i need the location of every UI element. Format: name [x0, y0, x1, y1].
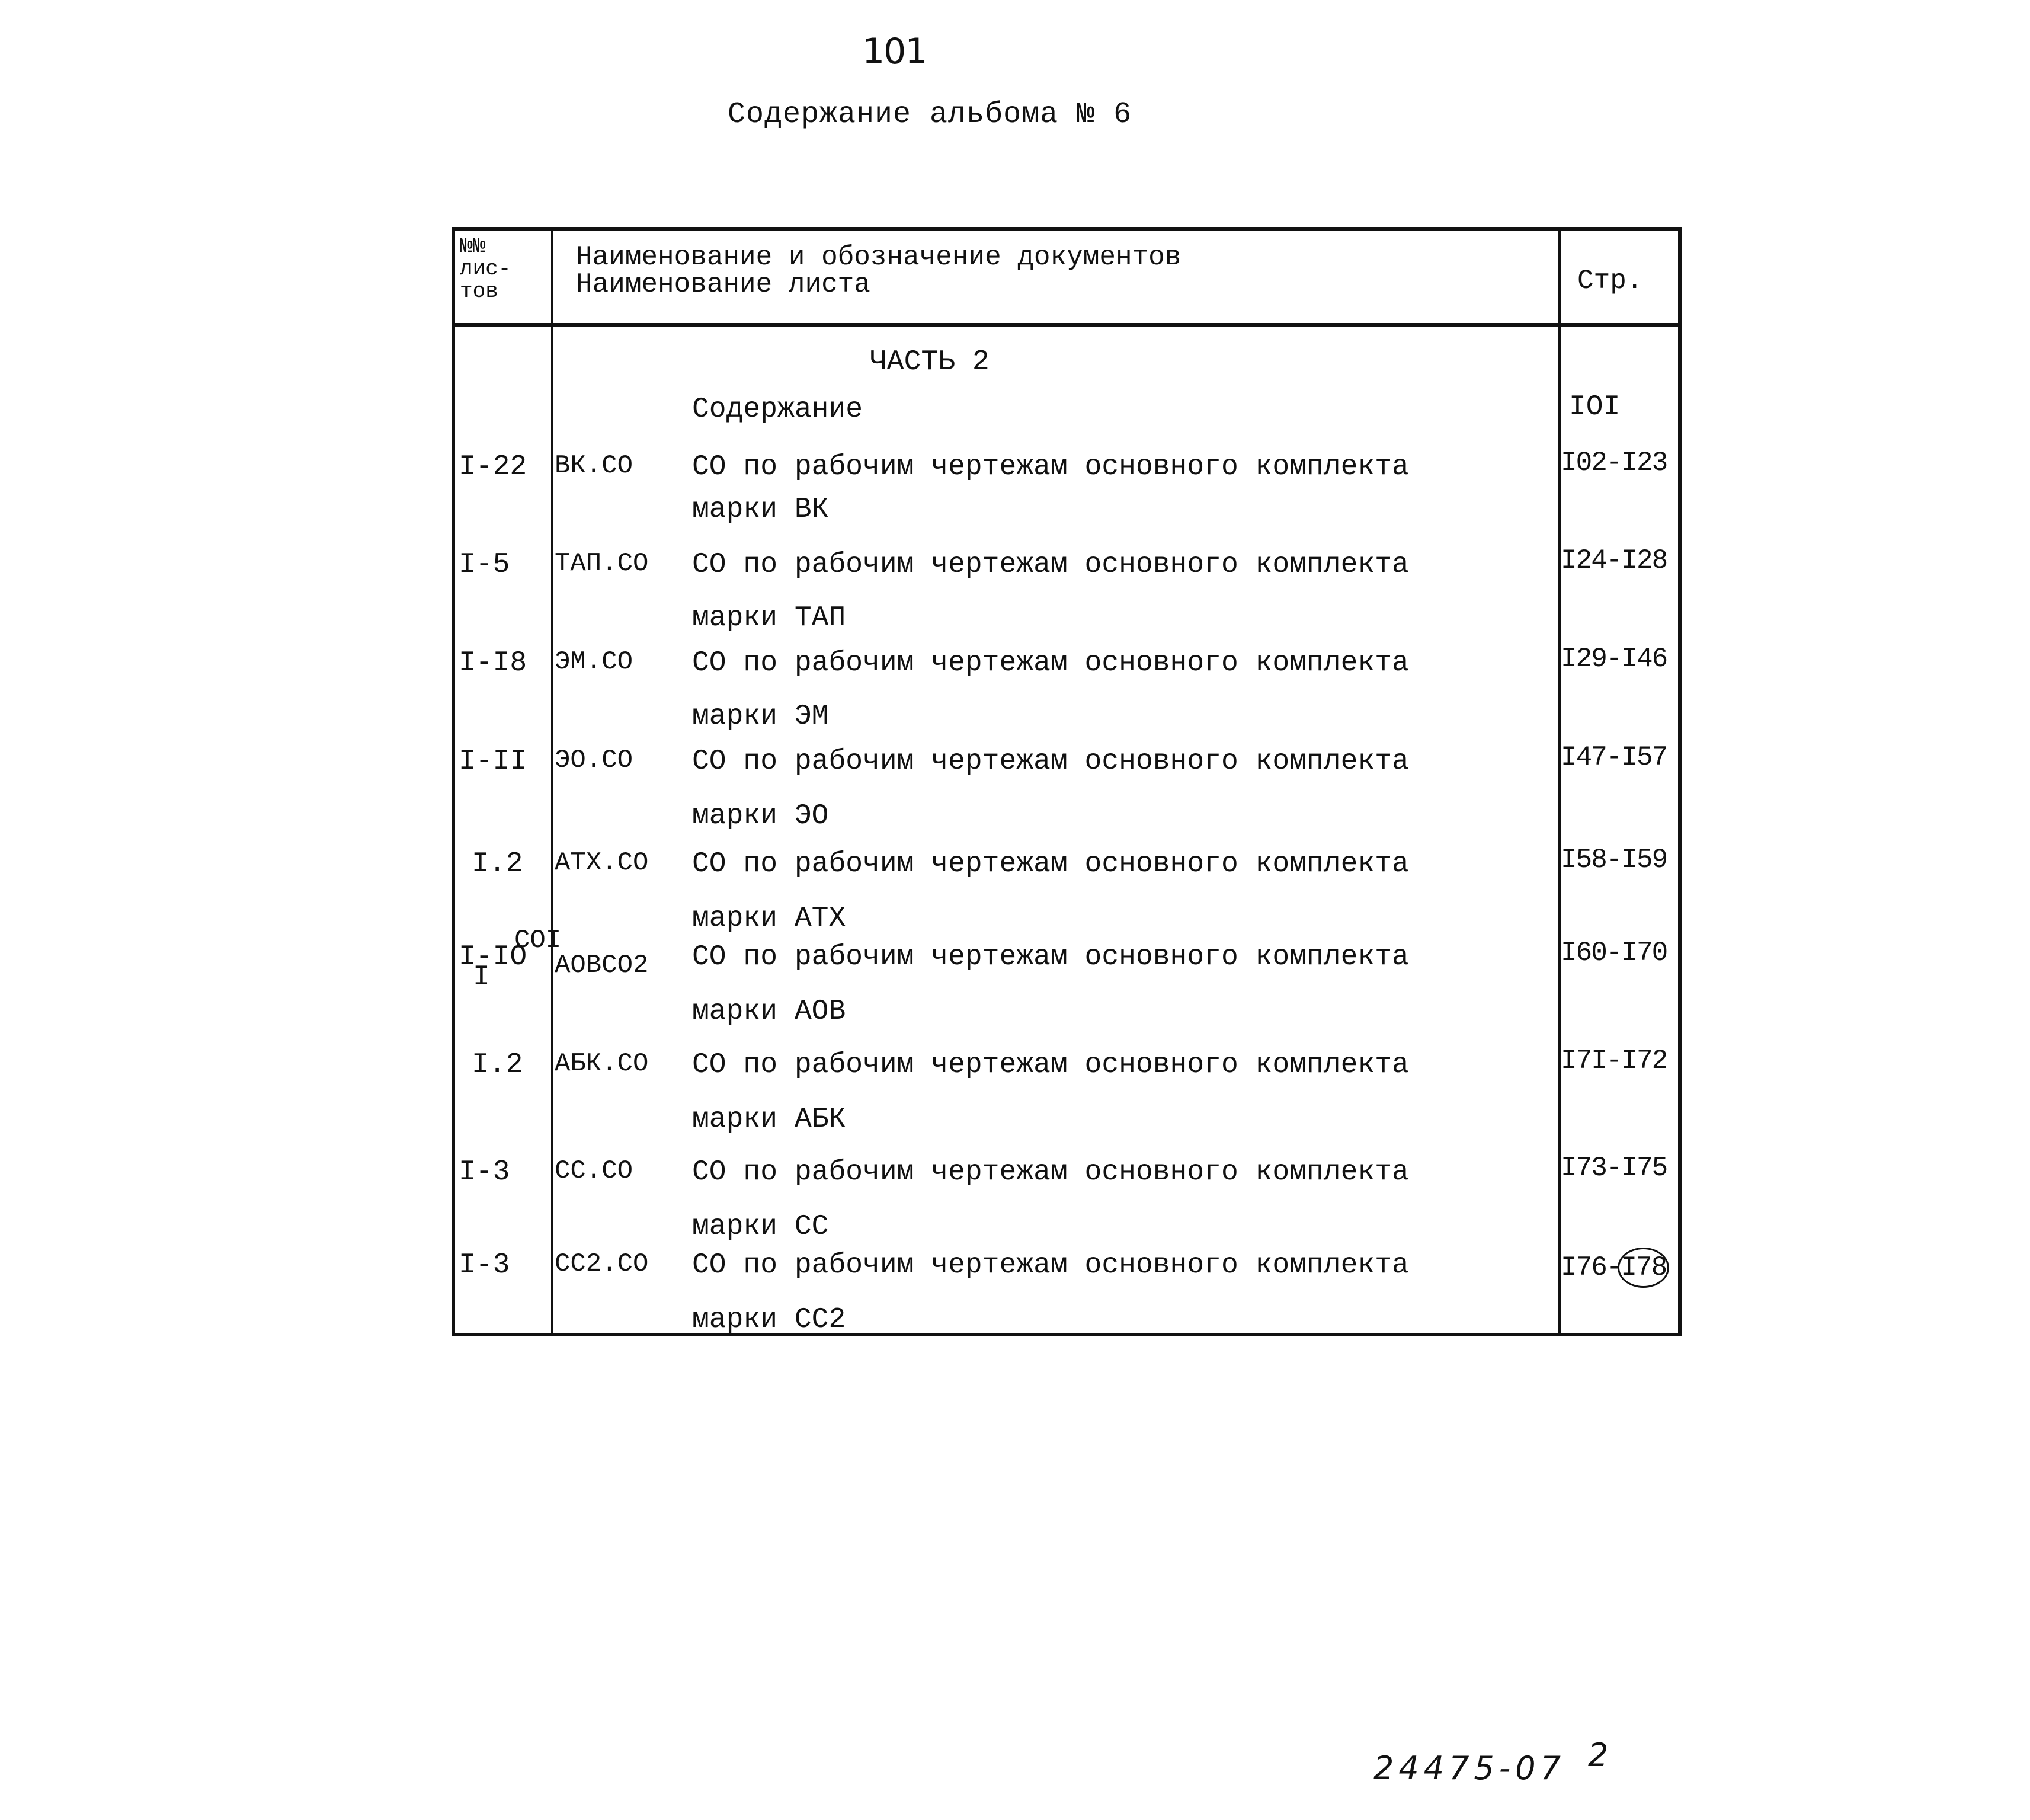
row-description-mark: марки АБК [692, 1103, 846, 1135]
row-description: СО по рабочим чертежам основного комплек… [692, 1049, 1409, 1081]
page-number: 101 [862, 31, 928, 72]
row-description-mark: марки ЭО [692, 800, 829, 832]
row-description: СО по рабочим чертежам основного комплек… [692, 549, 1409, 581]
row-sheets: I-3 [459, 1249, 510, 1281]
header-sheets-line: №№ [460, 234, 486, 258]
row-sheets-sub: I [473, 961, 490, 993]
header-divider [455, 323, 1678, 327]
row-code: ВК.СО [555, 451, 633, 481]
contents-entry-name: Содержание [692, 394, 863, 426]
row-code: СС.СО [555, 1156, 633, 1186]
row-code-sub: АОВСО2 [555, 951, 649, 980]
row-pages: I47-I57 [1561, 742, 1668, 773]
row-description: СО по рабочим чертежам основного комплек… [692, 1249, 1409, 1281]
row-description-mark: марки ТАП [692, 602, 846, 634]
row-description-mark: марки АОВ [692, 996, 846, 1028]
header-name-line: Наименование и обозначение документов [576, 242, 1182, 273]
row-description: СО по рабочим чертежам основного комплек… [692, 746, 1409, 778]
row-pages: I60-I70 [1561, 938, 1668, 968]
row-pages: I02-I23 [1561, 447, 1668, 478]
row-sheets: I.2 [472, 1049, 523, 1081]
row-sheets: I-II [459, 746, 527, 778]
row-code: СС2.СО [555, 1249, 649, 1279]
row-code: ЭМ.СО [555, 647, 633, 677]
header-name: Наименование и обозначение документов На… [576, 244, 1181, 298]
row-pages: I73-I75 [1561, 1153, 1668, 1184]
row-code: АТХ.СО [555, 848, 649, 878]
row-pages: I7I-I72 [1561, 1045, 1668, 1076]
row-sheets: I-I8 [459, 647, 527, 679]
row-sheets: I-5 [459, 549, 510, 581]
row-pages-start: I76- [1561, 1252, 1622, 1283]
row-description: СО по рабочим чертежам основного комплек… [692, 647, 1409, 679]
header-sheets-line: тов [460, 279, 498, 303]
row-code: ТАП.СО [555, 549, 649, 578]
header-sheets-line: лис- [460, 256, 511, 281]
row-pages: I76-I78 [1561, 1248, 1670, 1288]
row-description-mark: марки ЭМ [692, 701, 829, 733]
contents-table: №№ лис- тов Наименование и обозначение д… [452, 227, 1682, 1336]
sheet-number: 2 [1588, 1736, 1609, 1774]
row-description: СО по рабочим чертежам основного комплек… [692, 941, 1409, 973]
circled-page-mark: I78 [1618, 1248, 1670, 1288]
row-pages: I24-I28 [1561, 545, 1668, 576]
header-name-line: Наименование листа [576, 269, 870, 300]
row-code: ЭО.СО [555, 746, 633, 775]
document-title: Содержание альбома № 6 [728, 98, 1132, 132]
header-sheets: №№ лис- тов [460, 235, 511, 302]
document-code: 24475-07 [1373, 1749, 1565, 1787]
row-sheets: I-22 [459, 451, 527, 483]
row-description-mark: марки СС2 [692, 1304, 846, 1336]
section-title: ЧАСТЬ 2 [870, 346, 990, 378]
row-description: СО по рабочим чертежам основного комплек… [692, 1156, 1409, 1188]
column-divider [551, 231, 553, 1333]
row-sheets: I-3 [459, 1156, 510, 1188]
row-description: СО по рабочим чертежам основного комплек… [692, 848, 1409, 880]
row-code: СОI [514, 926, 562, 955]
row-sheets: I.2 [472, 848, 523, 880]
row-description-mark: марки АТХ [692, 903, 846, 935]
row-code: АБК.СО [555, 1049, 649, 1079]
row-description-mark: марки ВК [692, 494, 829, 526]
contents-entry-page: IOI [1569, 391, 1621, 423]
row-pages: I29-I46 [1561, 644, 1668, 674]
header-page: Стр. [1577, 266, 1643, 296]
row-pages: I58-I59 [1561, 845, 1668, 875]
row-description-mark: марки СС [692, 1211, 829, 1243]
row-description: СО по рабочим чертежам основного комплек… [692, 451, 1409, 483]
